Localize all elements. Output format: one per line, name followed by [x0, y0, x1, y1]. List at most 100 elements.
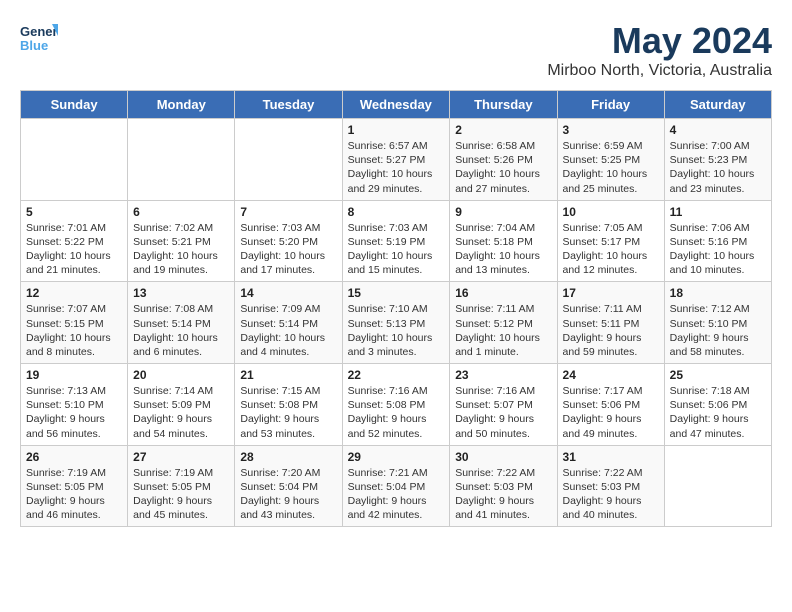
day-number: 1 — [348, 123, 445, 137]
calendar-cell: 15 Sunrise: 7:10 AMSunset: 5:13 PMDayligh… — [342, 282, 450, 364]
day-info: Sunrise: 7:03 AMSunset: 5:19 PMDaylight:… — [348, 221, 445, 278]
day-info: Sunrise: 7:22 AMSunset: 5:03 PMDaylight:… — [455, 466, 551, 523]
calendar-cell: 30 Sunrise: 7:22 AMSunset: 5:03 PMDayligh… — [450, 445, 557, 527]
day-info: Sunrise: 7:10 AMSunset: 5:13 PMDaylight:… — [348, 302, 445, 359]
day-number: 15 — [348, 286, 445, 300]
calendar-cell: 18 Sunrise: 7:12 AMSunset: 5:10 PMDayligh… — [664, 282, 771, 364]
calendar-cell: 9 Sunrise: 7:04 AMSunset: 5:18 PMDaylight… — [450, 200, 557, 282]
day-number: 26 — [26, 450, 122, 464]
calendar-cell: 26 Sunrise: 7:19 AMSunset: 5:05 PMDayligh… — [21, 445, 128, 527]
calendar-cell: 3Sunrise: 6:59 AMSunset: 5:25 PMDaylight… — [557, 119, 664, 201]
svg-text:Blue: Blue — [20, 38, 48, 53]
day-info: Sunrise: 7:19 AMSunset: 5:05 PMDaylight:… — [133, 466, 229, 523]
day-number: 24 — [563, 368, 659, 382]
calendar-cell: 1 Sunrise: 6:57 AMSunset: 5:27 PMDaylight… — [342, 119, 450, 201]
day-number: 27 — [133, 450, 229, 464]
calendar-cell: 6 Sunrise: 7:02 AMSunset: 5:21 PMDaylight… — [128, 200, 235, 282]
day-number: 3 — [563, 123, 659, 137]
title-block: May 2024 Mirboo North, Victoria, Austral… — [547, 20, 772, 80]
day-info: Sunrise: 7:14 AMSunset: 5:09 PMDaylight:… — [133, 384, 229, 441]
svg-text:General: General — [20, 24, 58, 39]
day-number: 14 — [240, 286, 336, 300]
day-info: Sunrise: 7:07 AMSunset: 5:15 PMDaylight:… — [26, 302, 122, 359]
calendar-cell: 2 Sunrise: 6:58 AMSunset: 5:26 PMDaylight… — [450, 119, 557, 201]
day-info: Sunrise: 7:13 AMSunset: 5:10 PMDaylight:… — [26, 384, 122, 441]
day-number: 30 — [455, 450, 551, 464]
calendar-cell: 27 Sunrise: 7:19 AMSunset: 5:05 PMDayligh… — [128, 445, 235, 527]
calendar-cell: 8 Sunrise: 7:03 AMSunset: 5:19 PMDaylight… — [342, 200, 450, 282]
calendar-cell: 21 Sunrise: 7:15 AMSunset: 5:08 PMDayligh… — [235, 364, 342, 446]
day-info: Sunrise: 7:17 AMSunset: 5:06 PMDaylight:… — [563, 384, 659, 441]
calendar-cell: 31 Sunrise: 7:22 AMSunset: 5:03 PMDayligh… — [557, 445, 664, 527]
weekday-header: Sunday — [21, 91, 128, 119]
weekday-header: Saturday — [664, 91, 771, 119]
day-number: 18 — [670, 286, 766, 300]
day-number: 11 — [670, 205, 766, 219]
weekday-header: Friday — [557, 91, 664, 119]
calendar-cell: 7Sunrise: 7:03 AMSunset: 5:20 PMDaylight… — [235, 200, 342, 282]
day-number: 31 — [563, 450, 659, 464]
calendar-cell — [235, 119, 342, 201]
day-info: Sunrise: 7:06 AMSunset: 5:16 PMDaylight:… — [670, 221, 766, 278]
day-number: 4 — [670, 123, 766, 137]
calendar-cell: 25Sunrise: 7:18 AMSunset: 5:06 PMDayligh… — [664, 364, 771, 446]
calendar: SundayMondayTuesdayWednesdayThursdayFrid… — [20, 90, 772, 527]
day-number: 16 — [455, 286, 551, 300]
calendar-cell: 10 Sunrise: 7:05 AMSunset: 5:17 PMDayligh… — [557, 200, 664, 282]
day-number: 12 — [26, 286, 122, 300]
weekday-header: Thursday — [450, 91, 557, 119]
day-info: Sunrise: 7:08 AMSunset: 5:14 PMDaylight:… — [133, 302, 229, 359]
day-number: 20 — [133, 368, 229, 382]
main-title: May 2024 — [547, 20, 772, 62]
day-number: 23 — [455, 368, 551, 382]
logo: General Blue — [20, 20, 58, 58]
day-number: 25 — [670, 368, 766, 382]
day-number: 8 — [348, 205, 445, 219]
day-info: Sunrise: 7:12 AMSunset: 5:10 PMDaylight:… — [670, 302, 766, 359]
calendar-cell: 28 Sunrise: 7:20 AMSunset: 5:04 PMDayligh… — [235, 445, 342, 527]
calendar-cell: 17 Sunrise: 7:11 AMSunset: 5:11 PMDayligh… — [557, 282, 664, 364]
day-info: Sunrise: 7:03 AMSunset: 5:20 PMDaylight:… — [240, 221, 336, 278]
calendar-cell: 20 Sunrise: 7:14 AMSunset: 5:09 PMDayligh… — [128, 364, 235, 446]
calendar-cell: 11 Sunrise: 7:06 AMSunset: 5:16 PMDayligh… — [664, 200, 771, 282]
day-info: Sunrise: 6:58 AMSunset: 5:26 PMDaylight:… — [455, 139, 551, 196]
calendar-cell: 16Sunrise: 7:11 AMSunset: 5:12 PMDayligh… — [450, 282, 557, 364]
day-number: 28 — [240, 450, 336, 464]
day-info: Sunrise: 7:01 AMSunset: 5:22 PMDaylight:… — [26, 221, 122, 278]
day-number: 6 — [133, 205, 229, 219]
calendar-cell: 22Sunrise: 7:16 AMSunset: 5:08 PMDayligh… — [342, 364, 450, 446]
calendar-cell: 29Sunrise: 7:21 AMSunset: 5:04 PMDayligh… — [342, 445, 450, 527]
day-info: Sunrise: 7:04 AMSunset: 5:18 PMDaylight:… — [455, 221, 551, 278]
day-info: Sunrise: 7:22 AMSunset: 5:03 PMDaylight:… — [563, 466, 659, 523]
day-number: 19 — [26, 368, 122, 382]
day-number: 10 — [563, 205, 659, 219]
day-info: Sunrise: 7:00 AMSunset: 5:23 PMDaylight:… — [670, 139, 766, 196]
day-number: 2 — [455, 123, 551, 137]
day-number: 5 — [26, 205, 122, 219]
calendar-cell: 14 Sunrise: 7:09 AMSunset: 5:14 PMDayligh… — [235, 282, 342, 364]
day-number: 22 — [348, 368, 445, 382]
day-info: Sunrise: 7:19 AMSunset: 5:05 PMDaylight:… — [26, 466, 122, 523]
day-info: Sunrise: 7:09 AMSunset: 5:14 PMDaylight:… — [240, 302, 336, 359]
calendar-cell: 24 Sunrise: 7:17 AMSunset: 5:06 PMDayligh… — [557, 364, 664, 446]
day-info: Sunrise: 7:05 AMSunset: 5:17 PMDaylight:… — [563, 221, 659, 278]
day-info: Sunrise: 7:15 AMSunset: 5:08 PMDaylight:… — [240, 384, 336, 441]
day-info: Sunrise: 6:57 AMSunset: 5:27 PMDaylight:… — [348, 139, 445, 196]
day-number: 17 — [563, 286, 659, 300]
calendar-cell: 19 Sunrise: 7:13 AMSunset: 5:10 PMDayligh… — [21, 364, 128, 446]
day-number: 21 — [240, 368, 336, 382]
day-number: 9 — [455, 205, 551, 219]
calendar-cell: 4 Sunrise: 7:00 AMSunset: 5:23 PMDaylight… — [664, 119, 771, 201]
calendar-cell: 5 Sunrise: 7:01 AMSunset: 5:22 PMDaylight… — [21, 200, 128, 282]
day-info: Sunrise: 7:11 AMSunset: 5:11 PMDaylight:… — [563, 302, 659, 359]
calendar-cell — [664, 445, 771, 527]
day-info: Sunrise: 7:02 AMSunset: 5:21 PMDaylight:… — [133, 221, 229, 278]
weekday-header: Wednesday — [342, 91, 450, 119]
calendar-cell — [21, 119, 128, 201]
calendar-cell: 23Sunrise: 7:16 AMSunset: 5:07 PMDayligh… — [450, 364, 557, 446]
day-number: 13 — [133, 286, 229, 300]
calendar-cell: 12 Sunrise: 7:07 AMSunset: 5:15 PMDayligh… — [21, 282, 128, 364]
day-info: Sunrise: 7:20 AMSunset: 5:04 PMDaylight:… — [240, 466, 336, 523]
day-number: 29 — [348, 450, 445, 464]
weekday-header: Monday — [128, 91, 235, 119]
